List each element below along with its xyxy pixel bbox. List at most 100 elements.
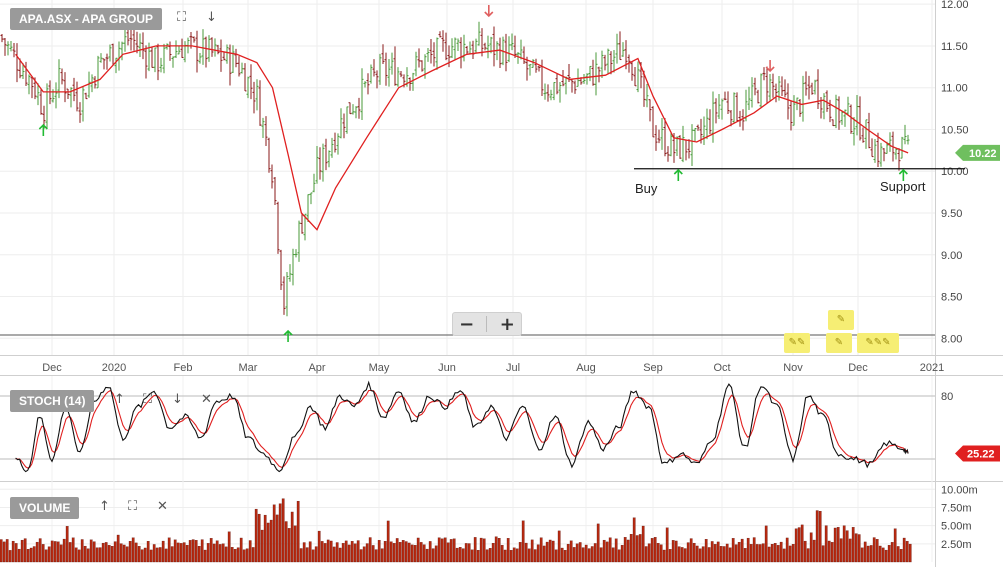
arrow-down-icon[interactable]: ↓ xyxy=(172,392,183,408)
volume-bar xyxy=(875,539,879,563)
volume-bar xyxy=(389,541,393,563)
stoch-tick-label: 80 xyxy=(941,391,953,403)
volume-bar xyxy=(290,511,294,563)
last-price-label: 10.22 xyxy=(969,148,997,160)
volume-bar xyxy=(521,520,525,563)
volume-bar xyxy=(722,546,726,563)
volume-bar xyxy=(776,545,780,563)
expand-icon[interactable]: ⛶ xyxy=(128,499,137,515)
volume-bar xyxy=(662,549,666,563)
close-icon[interactable]: ✕ xyxy=(157,499,168,515)
event-marker-icon[interactable]: ✎ xyxy=(826,333,852,353)
volume-bar xyxy=(599,547,603,563)
arrow-up-icon[interactable]: ↑ xyxy=(99,499,110,515)
volume-bar xyxy=(659,544,663,563)
volume-bar xyxy=(734,544,738,563)
volume-bar xyxy=(0,539,3,563)
volume-bar xyxy=(77,549,81,563)
volume-bar xyxy=(89,539,93,563)
volume-bar xyxy=(449,539,453,563)
y-tick-label: 8.50 xyxy=(941,292,962,304)
volume-bar xyxy=(596,523,600,563)
volume-bar xyxy=(893,528,897,563)
event-marker-icon[interactable]: ✎✎ xyxy=(784,333,810,353)
volume-tick-label: 5.00m xyxy=(941,521,972,533)
volume-bar xyxy=(896,546,900,563)
volume-bar xyxy=(725,543,729,563)
volume-bar xyxy=(56,541,60,563)
volume-bar xyxy=(584,544,588,563)
volume-bar xyxy=(746,537,750,563)
volume-bar xyxy=(182,542,186,563)
volume-bar xyxy=(845,530,849,563)
volume-bar xyxy=(308,541,312,563)
volume-bar xyxy=(116,534,120,563)
volume-bar xyxy=(347,544,351,563)
expand-icon[interactable]: ⛶ xyxy=(177,10,186,26)
volume-bar xyxy=(176,542,180,563)
volume-bar xyxy=(404,541,408,563)
volume-bar xyxy=(212,543,216,563)
volume-bar xyxy=(38,538,42,563)
volume-bar xyxy=(350,541,354,563)
volume-bar xyxy=(560,547,564,563)
volume-bar xyxy=(341,543,345,563)
volume-bar xyxy=(62,538,66,563)
volume-bar xyxy=(581,547,585,563)
volume-bar xyxy=(770,544,774,563)
volume-bar xyxy=(437,537,441,563)
volume-bar xyxy=(320,541,324,563)
volume-bar xyxy=(815,510,819,563)
volume-bar xyxy=(35,541,39,563)
event-marker-icon[interactable]: ✎ xyxy=(828,310,854,330)
volume-bar xyxy=(728,547,732,563)
volume-bar xyxy=(692,542,696,563)
volume-bar xyxy=(755,544,759,563)
close-icon[interactable]: ✕ xyxy=(201,392,212,408)
volume-bar xyxy=(542,545,546,563)
volume-bar xyxy=(296,500,300,563)
volume-bar xyxy=(500,545,504,563)
buy-annotation: Buy xyxy=(635,181,658,196)
volume-bar xyxy=(101,542,105,563)
volume-bar xyxy=(671,540,675,563)
volume-bar xyxy=(689,538,693,563)
volume-panel-title: VOLUME xyxy=(10,497,80,519)
arrow-down-icon[interactable]: ↓ xyxy=(206,10,217,26)
zoom-out-button[interactable]: − xyxy=(459,314,474,335)
volume-bar xyxy=(623,537,627,563)
volume-bar xyxy=(905,541,909,563)
volume-bar xyxy=(113,541,117,563)
volume-bar xyxy=(236,547,240,563)
y-tick-label: 10.00 xyxy=(941,166,969,178)
expand-icon[interactable]: ⛶ xyxy=(143,392,152,408)
moving-average-line xyxy=(15,45,909,231)
volume-bar xyxy=(98,547,102,563)
volume-bar xyxy=(554,549,558,563)
volume-bar xyxy=(707,547,711,563)
x-tick-label: Jul xyxy=(506,362,520,374)
volume-bar xyxy=(191,539,195,563)
x-tick-label: May xyxy=(369,362,390,374)
volume-bar xyxy=(410,544,414,563)
volume-bar xyxy=(140,549,144,563)
event-marker-icon[interactable]: ✎✎✎ xyxy=(857,333,899,353)
volume-bar xyxy=(587,548,591,563)
volume-bar xyxy=(617,549,621,563)
volume-bar xyxy=(551,540,555,563)
arrow-up-icon[interactable]: ↑ xyxy=(114,392,125,408)
volume-bar xyxy=(335,542,339,563)
volume-bar xyxy=(740,538,744,563)
volume-bar xyxy=(548,539,552,563)
x-tick-label: 2020 xyxy=(102,362,126,374)
volume-bar xyxy=(281,498,285,563)
volume-bar xyxy=(428,541,432,563)
volume-bar xyxy=(806,548,810,563)
volume-bar xyxy=(353,543,357,563)
volume-bar xyxy=(356,540,360,563)
volume-bar xyxy=(683,548,687,563)
chart-canvas[interactable]: Dec 2020 Feb Mar Apr May Jun Jul Aug Sep Oct Nov Dec… xyxy=(0,0,1003,567)
volume-bar xyxy=(59,544,63,563)
zoom-in-button[interactable]: + xyxy=(500,314,515,335)
volume-bar xyxy=(881,547,885,563)
